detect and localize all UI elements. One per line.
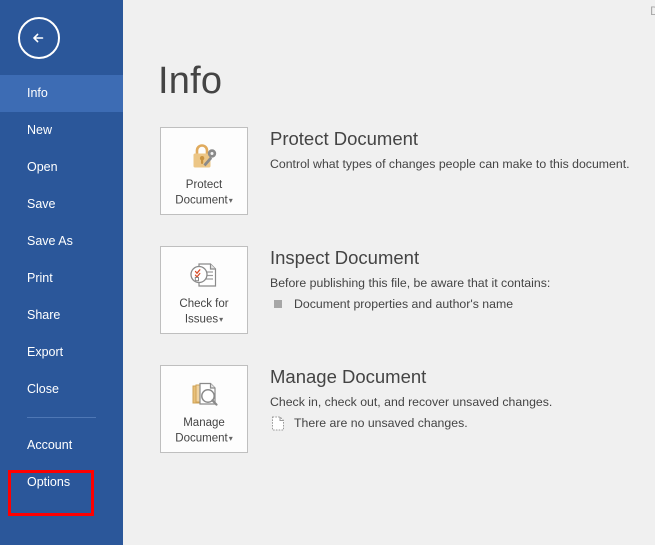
document-inspect-icon <box>186 258 222 292</box>
section-description: Before publishing this file, be aware th… <box>270 274 550 292</box>
inspect-bullet-row: Document properties and author's name <box>270 295 550 313</box>
section-inspect-document: Check for Issues▾ Inspect Document Befor… <box>160 246 550 334</box>
sidebar-divider <box>27 417 96 418</box>
check-for-issues-button[interactable]: Check for Issues▾ <box>160 246 248 334</box>
sidebar-nav: Info New Open Save Save As Print Share E… <box>0 75 123 501</box>
button-label-line1: Manage <box>183 417 225 429</box>
dashed-document-icon <box>270 416 285 431</box>
page-title: Info <box>158 62 222 100</box>
sidebar-item-export[interactable]: Export <box>0 334 123 371</box>
sidebar-item-label: Save As <box>27 234 73 248</box>
chevron-down-icon: ▾ <box>219 315 223 324</box>
section-description: Check in, check out, and recover unsaved… <box>270 393 552 411</box>
sidebar-item-save-as[interactable]: Save As <box>0 223 123 260</box>
section-description: Control what types of changes people can… <box>270 155 630 173</box>
sidebar-item-label: New <box>27 123 52 137</box>
check-for-issues-button-label: Check for Issues▾ <box>161 297 247 328</box>
protect-document-button-label: Protect Document▾ <box>161 178 247 209</box>
sidebar-item-label: Export <box>27 345 63 359</box>
sidebar-item-label: Info <box>27 86 48 100</box>
button-label-line1: Check for <box>179 298 228 310</box>
section-manage-document: Manage Document▾ Manage Document Check i… <box>160 365 552 453</box>
sidebar-item-label: Share <box>27 308 60 322</box>
sidebar-item-open[interactable]: Open <box>0 149 123 186</box>
section-heading: Manage Document <box>270 365 552 388</box>
sidebar-item-print[interactable]: Print <box>0 260 123 297</box>
backstage-main: Docu Info Prot <box>123 0 655 545</box>
sidebar-item-close[interactable]: Close <box>0 371 123 408</box>
sidebar-item-label: Options <box>27 475 70 489</box>
sidebar-item-label: Print <box>27 271 53 285</box>
button-label-line1: Protect <box>186 179 222 191</box>
button-label-line2: Issues <box>185 314 218 326</box>
sidebar-item-label: Close <box>27 382 59 396</box>
sidebar-item-info[interactable]: Info <box>0 75 123 112</box>
backstage-sidebar: Info New Open Save Save As Print Share E… <box>0 0 123 545</box>
protect-document-button[interactable]: Protect Document▾ <box>160 127 248 215</box>
sidebar-item-new[interactable]: New <box>0 112 123 149</box>
sidebar-item-share[interactable]: Share <box>0 297 123 334</box>
sidebar-item-save[interactable]: Save <box>0 186 123 223</box>
section-text: Protect Document Control what types of c… <box>270 127 630 173</box>
manage-document-button[interactable]: Manage Document▾ <box>160 365 248 453</box>
sidebar-item-label: Open <box>27 160 58 174</box>
section-heading: Inspect Document <box>270 246 550 269</box>
backstage-view: Info New Open Save Save As Print Share E… <box>0 0 655 545</box>
button-label-line2: Document <box>175 433 227 445</box>
chevron-down-icon: ▾ <box>229 196 233 205</box>
lock-and-key-icon <box>186 139 222 173</box>
sidebar-item-label: Account <box>27 438 72 452</box>
manage-document-button-label: Manage Document▾ <box>161 416 247 447</box>
manage-bullet-text: There are no unsaved changes. <box>294 414 468 432</box>
section-protect-document: Protect Document▾ Protect Document Contr… <box>160 127 630 215</box>
inspect-bullet-text: Document properties and author's name <box>294 295 513 313</box>
section-text: Inspect Document Before publishing this … <box>270 246 550 313</box>
back-arrow-icon <box>28 27 50 49</box>
back-button[interactable] <box>18 17 60 59</box>
manage-bullet-row: There are no unsaved changes. <box>270 414 552 432</box>
sidebar-item-account[interactable]: Account <box>0 427 123 464</box>
section-heading: Protect Document <box>270 127 630 150</box>
square-bullet-icon <box>270 300 285 308</box>
window-title: Docu <box>650 6 655 18</box>
sidebar-item-label: Save <box>27 197 56 211</box>
chevron-down-icon: ▾ <box>229 434 233 443</box>
sidebar-item-options[interactable]: Options <box>0 464 123 501</box>
document-stack-search-icon <box>186 377 222 411</box>
section-text: Manage Document Check in, check out, and… <box>270 365 552 432</box>
button-label-line2: Document <box>175 195 227 207</box>
